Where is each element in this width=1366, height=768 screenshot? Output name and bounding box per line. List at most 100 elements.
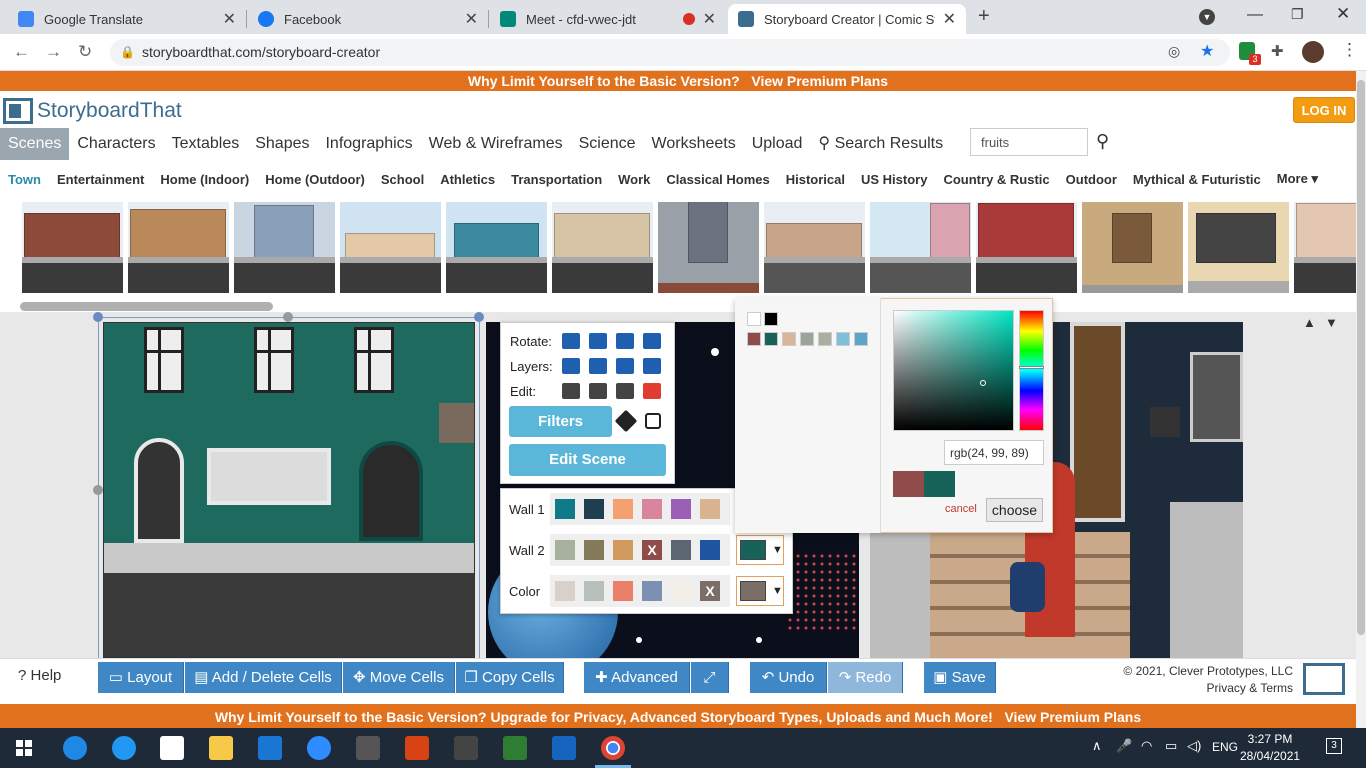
game-icon[interactable] — [503, 736, 527, 760]
flip-horizontal-icon[interactable] — [589, 333, 607, 349]
minimize-icon[interactable]: — — [1247, 6, 1263, 24]
tab-worksheets[interactable]: Worksheets — [644, 128, 744, 160]
color-swatch[interactable] — [642, 499, 662, 519]
resize-handle[interactable] — [474, 312, 484, 322]
battery-icon[interactable]: ▭ — [1165, 738, 1177, 754]
color-swatch[interactable] — [613, 540, 633, 560]
back-icon[interactable]: ← — [13, 42, 30, 62]
search-input[interactable]: fruits — [970, 128, 1088, 156]
color-swatch[interactable] — [671, 540, 691, 560]
subtab-classical-homes[interactable]: Classical Homes — [658, 172, 777, 187]
scene-thumbnail[interactable] — [764, 202, 865, 293]
send-back-icon[interactable] — [643, 358, 661, 374]
advanced-button[interactable]: ✚ Advanced — [584, 662, 690, 693]
subtab-home-outdoor[interactable]: Home (Outdoor) — [257, 172, 373, 187]
palette-swatch[interactable] — [836, 332, 850, 346]
forward-icon[interactable]: → — [45, 42, 62, 62]
color-swatch[interactable] — [555, 540, 575, 560]
color-swatch[interactable] — [584, 540, 604, 560]
color-swatch[interactable] — [555, 499, 575, 519]
subtab-home-indoor[interactable]: Home (Indoor) — [152, 172, 257, 187]
bring-front-icon[interactable] — [562, 358, 580, 374]
word-icon[interactable] — [552, 736, 576, 760]
close-tab-icon[interactable]: ✕ — [465, 9, 478, 29]
subtab-town[interactable]: Town — [0, 172, 49, 187]
palette-swatch[interactable] — [764, 332, 778, 346]
color-swatch[interactable] — [613, 581, 633, 601]
edit-scene-button[interactable]: Edit Scene — [509, 444, 666, 476]
page-scrollbar-thumb[interactable] — [1357, 80, 1365, 635]
close-window-icon[interactable]: ✕ — [1336, 4, 1350, 24]
palette-swatch[interactable] — [764, 312, 778, 326]
view-premium-link[interactable]: View Premium Plans — [1004, 709, 1141, 725]
store-icon[interactable] — [356, 736, 380, 760]
wall2-color-dropdown[interactable]: ▼ — [736, 535, 784, 565]
scene-thumbnail[interactable] — [976, 202, 1077, 293]
undo-button[interactable]: ↶ Undo — [750, 662, 827, 693]
rotate-right-icon[interactable] — [643, 333, 661, 349]
close-tab-icon[interactable]: ✕ — [703, 9, 716, 29]
palette-swatch[interactable] — [782, 332, 796, 346]
color-swatch[interactable] — [613, 499, 633, 519]
storyboard-cell-1[interactable] — [103, 322, 475, 658]
tab-search-icon[interactable]: ▼ — [1199, 9, 1215, 25]
scene-thumbnail[interactable] — [870, 202, 971, 293]
mail-icon[interactable] — [258, 736, 282, 760]
subtab-mythical-futuristic[interactable]: Mythical & Futuristic — [1125, 172, 1269, 187]
color-swatch[interactable] — [555, 581, 575, 601]
scroll-up-arrow[interactable]: ▲ — [1303, 315, 1316, 330]
subtab-entertainment[interactable]: Entertainment — [49, 172, 152, 187]
chrome-icon[interactable] — [601, 736, 625, 760]
choose-button[interactable]: choose — [986, 498, 1043, 522]
rotate-left-icon[interactable] — [616, 333, 634, 349]
reload-icon[interactable]: ↻ — [78, 42, 92, 62]
filters-button[interactable]: Filters — [509, 406, 612, 437]
save-button[interactable]: ▣ Save — [924, 662, 996, 693]
restore-icon[interactable]: ❐ — [1291, 6, 1304, 23]
tab-upload[interactable]: Upload — [744, 128, 811, 160]
privacy-terms-link[interactable]: Privacy & Terms — [1108, 680, 1293, 697]
close-tab-icon[interactable]: ✕ — [223, 9, 236, 29]
notification-icon[interactable]: 3 — [1326, 738, 1342, 754]
tab-infographics[interactable]: Infographics — [317, 128, 420, 160]
url-bar[interactable]: 🔒 storyboardthat.com/storyboard-creator — [110, 39, 1230, 66]
palette-swatch[interactable] — [747, 332, 761, 346]
rgb-value-input[interactable]: rgb(24, 99, 89) — [944, 440, 1044, 465]
fullscreen-icon[interactable] — [589, 383, 607, 399]
scene-thumbnail[interactable] — [234, 202, 335, 293]
storyboardthat-logo[interactable]: StoryboardThat — [3, 98, 182, 124]
internet-explorer-icon[interactable] — [112, 736, 136, 760]
redo-button[interactable]: ↷ Redo — [828, 662, 903, 693]
tray-chevron-icon[interactable]: ∧ — [1092, 738, 1102, 754]
scene-thumbnail[interactable] — [1082, 202, 1183, 293]
premium-banner-bottom[interactable]: Why Limit Yourself to the Basic Version?… — [0, 704, 1356, 728]
tab-shapes[interactable]: Shapes — [247, 128, 317, 160]
thumbnail-scrollbar[interactable] — [20, 302, 273, 311]
subtab-transportation[interactable]: Transportation — [503, 172, 610, 187]
volume-icon[interactable]: ◁) — [1187, 738, 1201, 754]
tab-google-translate[interactable]: Google Translate ✕ — [8, 4, 246, 34]
subtab-outdoor[interactable]: Outdoor — [1058, 172, 1125, 187]
resize-handle[interactable] — [283, 312, 293, 322]
flip-vertical-icon[interactable] — [562, 333, 580, 349]
extensions-puzzle-icon[interactable]: ✚ — [1271, 42, 1284, 60]
subtab-school[interactable]: School — [373, 172, 432, 187]
unlock-icon[interactable] — [645, 413, 661, 429]
subtab-historical[interactable]: Historical — [778, 172, 853, 187]
scroll-down-arrow[interactable]: ▼ — [1325, 315, 1338, 330]
color-cursor[interactable] — [980, 380, 986, 386]
tab-characters[interactable]: Characters — [69, 128, 163, 160]
tab-search-results[interactable]: ⚲ Search Results — [810, 128, 951, 160]
hue-slider-handle[interactable] — [1019, 366, 1044, 369]
tab-textables[interactable]: Textables — [164, 128, 248, 160]
language-indicator[interactable]: ENG — [1212, 740, 1238, 754]
copy-cells-button[interactable]: ❐ Copy Cells — [456, 662, 564, 693]
add-delete-cells-button[interactable]: ▤ Add / Delete Cells — [185, 662, 342, 693]
tab-meet[interactable]: Meet - cfd-vwec-jdt ✕ — [490, 4, 726, 34]
subtab-athletics[interactable]: Athletics — [432, 172, 503, 187]
palette-swatch[interactable] — [800, 332, 814, 346]
color-swatch[interactable] — [584, 499, 604, 519]
microphone-icon[interactable]: 🎤 — [1116, 738, 1132, 754]
palette-swatch[interactable] — [818, 332, 832, 346]
move-cells-button[interactable]: ✥ Move Cells — [343, 662, 455, 693]
